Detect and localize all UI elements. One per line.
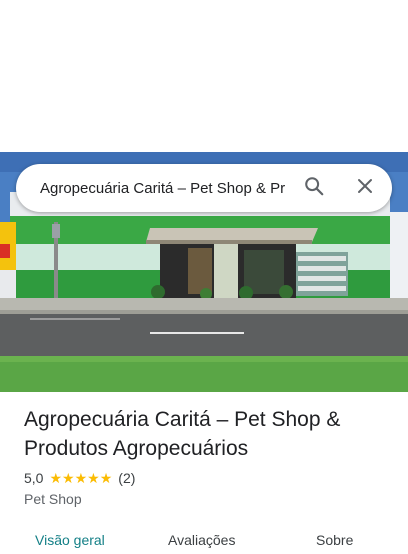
search-input[interactable]: Agropecuária Caritá – Pet Shop & Pr xyxy=(40,180,288,197)
place-title: Agropecuária Caritá – Pet Shop & Produto… xyxy=(24,408,341,460)
star-icon: ★ xyxy=(74,470,88,486)
tab-overview[interactable]: Visão geral xyxy=(35,532,105,548)
search-bar[interactable]: Agropecuária Caritá – Pet Shop & Pr xyxy=(16,164,392,212)
search-button[interactable] xyxy=(302,176,326,200)
star-icon: ★ xyxy=(99,470,113,486)
star-icon: ★ xyxy=(62,470,75,486)
star-icon: ★ xyxy=(49,470,63,486)
place-category[interactable]: Pet Shop xyxy=(24,491,394,507)
rating-value: 5,0 xyxy=(24,470,44,486)
close-button[interactable] xyxy=(353,176,377,200)
search-icon xyxy=(303,175,325,202)
star-icon: ★ xyxy=(87,470,100,486)
tab-reviews[interactable]: Avaliações xyxy=(168,532,235,548)
close-icon xyxy=(356,177,374,200)
rating-stars: ★ ★ ★ ★ ★ xyxy=(49,471,112,485)
place-info: Agropecuária Caritá – Pet Shop & Produto… xyxy=(24,405,394,507)
review-count[interactable]: (2) xyxy=(118,470,135,486)
tab-about[interactable]: Sobre xyxy=(316,532,353,548)
rating-row[interactable]: 5,0 ★ ★ ★ ★ ★ (2) xyxy=(24,470,394,486)
place-tabs: Visão geral Avaliações Sobre xyxy=(0,530,408,554)
